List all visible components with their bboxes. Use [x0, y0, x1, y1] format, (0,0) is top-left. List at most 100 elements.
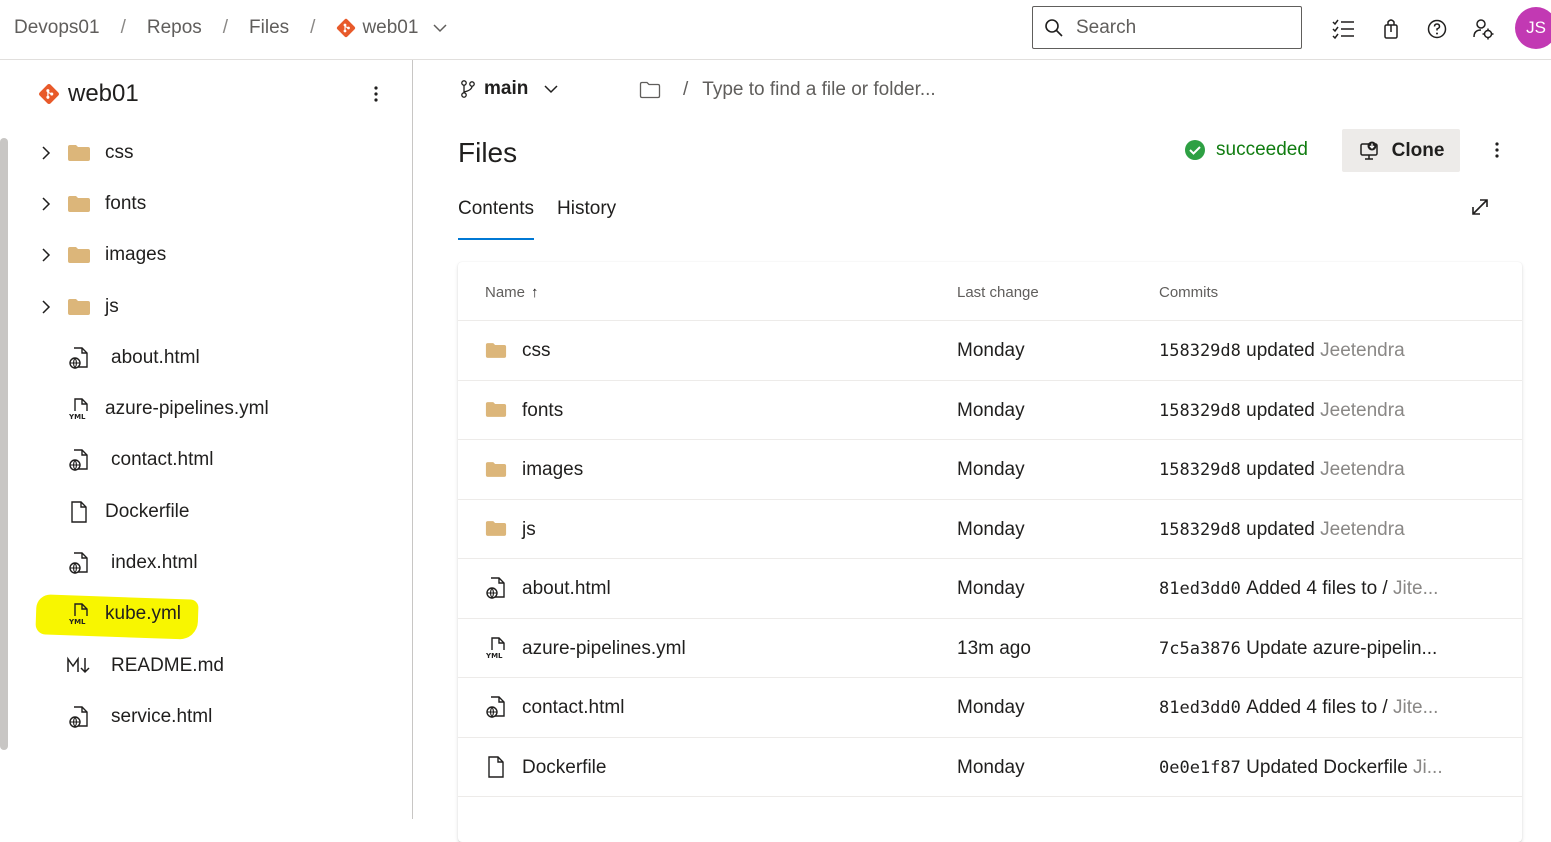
column-header-last-change: Last change [957, 284, 1039, 301]
tree-item-label: fonts [105, 193, 147, 214]
branch-selector[interactable]: main [459, 78, 559, 100]
file-name[interactable]: js [522, 519, 536, 541]
user-settings-icon[interactable] [1470, 16, 1496, 42]
folder-icon [66, 192, 92, 216]
folder-outline-icon[interactable] [639, 81, 661, 99]
tree-item-folder[interactable]: images [0, 233, 412, 277]
chevron-right-icon[interactable] [37, 195, 55, 213]
table-row[interactable]: contact.html Monday 81ed3dd0 Added 4 fil… [458, 678, 1522, 738]
avatar[interactable]: JS [1515, 7, 1551, 49]
file-name[interactable]: contact.html [522, 697, 624, 719]
commit-hash[interactable]: 158329d8 [1159, 341, 1241, 361]
yml-file-icon: YML [66, 602, 92, 626]
tree-item-file[interactable]: index.html [0, 541, 412, 585]
tab-contents[interactable]: Contents [458, 198, 535, 240]
tree-item-file[interactable]: about.html [0, 336, 412, 380]
build-status[interactable]: succeeded [1184, 139, 1308, 161]
tree-item-file[interactable]: contact.html [0, 438, 412, 482]
commit-message: updated [1246, 518, 1315, 540]
last-change: 13m ago [957, 637, 1031, 659]
commit-author: Jeetendra [1320, 399, 1405, 421]
last-change: Monday [957, 756, 1025, 778]
svg-text:YML: YML [485, 652, 503, 660]
tree-item-file[interactable]: YML azure-pipelines.yml [0, 387, 412, 431]
commit-info: 158329d8 updated Jeetendra [1159, 340, 1459, 362]
task-list-icon[interactable] [1330, 16, 1356, 42]
more-options-icon[interactable] [1487, 138, 1507, 162]
commit-hash[interactable]: 0e0e1f87 [1159, 758, 1241, 778]
table-row[interactable]: js Monday 158329d8 updated Jeetendra [458, 500, 1522, 559]
commit-author: Jeetendra [1320, 459, 1405, 480]
commit-hash[interactable]: 81ed3dd0 [1159, 579, 1241, 599]
commit-hash[interactable]: 81ed3dd0 [1159, 698, 1241, 718]
clone-button[interactable]: Clone [1342, 129, 1460, 172]
tree-item-file-highlighted[interactable]: YML kube.yml [0, 592, 412, 636]
file-name[interactable]: css [522, 340, 551, 362]
file-name[interactable]: Dockerfile [522, 757, 606, 779]
commit-author: Ji... [1413, 756, 1443, 778]
commit-info: 81ed3dd0 Added 4 files to / Jite... [1159, 697, 1459, 719]
tree-item-folder[interactable]: css [0, 131, 412, 175]
search-input[interactable] [1076, 16, 1276, 39]
tree-item-label: index.html [111, 552, 198, 573]
file-path-input[interactable] [702, 79, 1003, 101]
svg-text:YML: YML [68, 413, 86, 421]
commit-message: Update azure-pipelin... [1246, 637, 1438, 659]
tree-item-folder[interactable]: fonts [0, 182, 412, 226]
main-content: main / Files succeeded Clone Contents [413, 60, 1551, 842]
expand-icon[interactable] [1469, 196, 1491, 218]
breadcrumb: Devops01 / Repos / Files / web01 [14, 17, 448, 39]
tree-item-file[interactable]: service.html [0, 695, 412, 739]
folder-icon [66, 243, 92, 267]
path-bar: / [639, 79, 1003, 101]
tab-history[interactable]: History [557, 198, 616, 240]
repo-selector[interactable]: web01 [336, 17, 448, 39]
chevron-right-icon[interactable] [37, 298, 55, 316]
commit-hash[interactable]: 7c5a3876 [1159, 639, 1241, 659]
file-name[interactable]: azure-pipelines.yml [522, 638, 686, 660]
table-row[interactable]: images Monday 158329d8 updated Jeetendra [458, 440, 1522, 500]
file-name[interactable]: about.html [522, 578, 611, 600]
commit-author: Jite... [1393, 697, 1439, 718]
file-name[interactable]: images [522, 459, 583, 481]
more-options-icon[interactable] [366, 82, 386, 106]
table-row[interactable]: about.html Monday 81ed3dd0 Added 4 files… [458, 559, 1522, 619]
table-row[interactable]: fonts Monday 158329d8 updated Jeetendra [458, 381, 1522, 440]
commit-hash[interactable]: 158329d8 [1159, 460, 1241, 480]
table-row[interactable]: Dockerfile Monday 0e0e1f87 Updated Docke… [458, 738, 1522, 797]
search-box[interactable] [1032, 6, 1302, 49]
help-icon[interactable] [1424, 16, 1450, 42]
commit-info: 158329d8 updated Jeetendra [1159, 400, 1459, 422]
branch-name: main [484, 78, 529, 99]
breadcrumb-project[interactable]: Devops01 [14, 17, 100, 39]
build-status-label: succeeded [1216, 139, 1308, 160]
commit-hash[interactable]: 158329d8 [1159, 401, 1241, 421]
commit-hash[interactable]: 158329d8 [1159, 520, 1241, 540]
shopping-bag-icon[interactable] [1378, 16, 1404, 42]
tree-item-label: css [105, 142, 134, 163]
chevron-right-icon[interactable] [37, 144, 55, 162]
table-row[interactable]: css Monday 158329d8 updated Jeetendra [458, 321, 1522, 381]
chevron-right-icon[interactable] [37, 246, 55, 264]
sidebar-repo-title: web01 [38, 80, 139, 108]
tree-item-label: Dockerfile [105, 501, 190, 522]
table-row[interactable]: YML azure-pipelines.yml 13m ago 7c5a3876… [458, 619, 1522, 678]
file-name[interactable]: fonts [522, 400, 563, 422]
last-change: Monday [957, 518, 1025, 540]
tree-item-file[interactable]: README.md [0, 644, 412, 688]
breadcrumb-files[interactable]: Files [249, 17, 289, 39]
column-header-commits: Commits [1159, 284, 1219, 301]
tree-item-label: kube.yml [105, 603, 182, 624]
html-file-icon [484, 576, 508, 600]
commit-info: 7c5a3876 Update azure-pipelin... [1159, 638, 1459, 660]
column-header-name[interactable]: Name ↑ [485, 284, 539, 301]
html-file-icon [484, 695, 508, 719]
column-name-label: Name [485, 284, 526, 301]
breadcrumb-repos[interactable]: Repos [147, 17, 202, 39]
tree-item-label: contact.html [111, 449, 214, 470]
commit-message: updated [1246, 459, 1315, 480]
file-icon [66, 500, 92, 524]
yml-file-icon: YML [66, 397, 92, 421]
tree-item-folder[interactable]: js [0, 285, 412, 329]
tree-item-file[interactable]: Dockerfile [0, 490, 412, 534]
